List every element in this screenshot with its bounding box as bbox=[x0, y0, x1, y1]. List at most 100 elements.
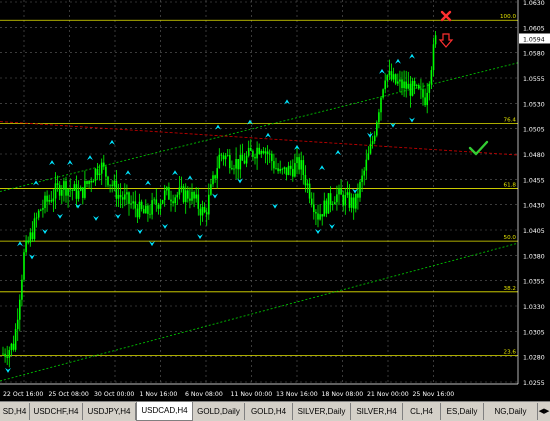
candle-body bbox=[182, 186, 185, 203]
time-tick-label: 13 Nov 16:00 bbox=[276, 391, 318, 398]
candle-body bbox=[205, 212, 208, 215]
candle-body bbox=[19, 299, 21, 320]
candle-body bbox=[357, 193, 359, 198]
candle-body bbox=[4, 353, 6, 357]
candle-body bbox=[201, 206, 204, 216]
candle-body bbox=[432, 44, 435, 71]
candle-body bbox=[317, 213, 319, 220]
candle-body bbox=[90, 180, 92, 183]
chart-tab[interactable]: ES,Daily bbox=[441, 403, 484, 420]
candle-body bbox=[6, 356, 8, 358]
signal-arrow-icon bbox=[115, 213, 121, 219]
chart-tab[interactable]: SD,H4 bbox=[0, 403, 30, 420]
candle-body bbox=[287, 165, 290, 175]
time-tick-label: 6 Nov 08:00 bbox=[185, 391, 223, 398]
time-tick-label: 22 Oct 16:00 bbox=[3, 391, 43, 398]
chart-tab[interactable]: SILVER,Daily bbox=[293, 403, 351, 420]
candle-body bbox=[376, 122, 378, 136]
candle-body bbox=[58, 184, 61, 196]
candle-body bbox=[235, 159, 237, 169]
candle-body bbox=[371, 141, 374, 144]
candle-body bbox=[197, 194, 200, 209]
candle-body bbox=[422, 89, 424, 98]
candle-body bbox=[92, 180, 95, 183]
chart-tab[interactable]: GOLD,H4 bbox=[245, 403, 293, 420]
signal-arrow-icon bbox=[212, 193, 218, 199]
signal-arrow-icon bbox=[352, 188, 358, 194]
candle-body bbox=[35, 217, 38, 219]
candle-body bbox=[128, 192, 130, 204]
fibonacci-levels: 100.0 76.4 61.8 50.0 38.2 23.6 bbox=[0, 14, 518, 357]
candle-body bbox=[46, 195, 48, 202]
signal-arrow-icon bbox=[265, 132, 271, 138]
candle-body bbox=[224, 155, 227, 160]
tab-scroll-arrows-icon[interactable]: ◀▶ bbox=[538, 404, 550, 419]
signal-arrow-icon bbox=[395, 58, 401, 64]
candle-body bbox=[289, 165, 292, 169]
markers bbox=[438, 10, 489, 156]
candle-body bbox=[84, 181, 86, 198]
candle-body bbox=[100, 162, 103, 174]
candle-body bbox=[247, 147, 250, 156]
candle-body bbox=[275, 168, 277, 170]
candle-body bbox=[403, 81, 405, 89]
candle-body bbox=[163, 190, 166, 201]
candle-body bbox=[73, 184, 76, 191]
candle-body bbox=[220, 154, 223, 156]
time-tick-label: 25 Oct 08:00 bbox=[49, 391, 89, 398]
candle-body bbox=[189, 198, 191, 201]
signal-arrow-icon bbox=[149, 241, 155, 247]
candle-body bbox=[214, 175, 216, 179]
candle-body bbox=[350, 197, 353, 208]
candle-body bbox=[260, 151, 263, 154]
chart-tab[interactable]: USDJPY,H4 bbox=[83, 403, 136, 420]
current-price-label: 1.0594 bbox=[523, 36, 545, 43]
candle-body bbox=[10, 343, 13, 351]
chart-tab[interactable]: CL,H4 bbox=[403, 403, 441, 420]
signal-arrow-icon bbox=[33, 180, 39, 186]
candle-body bbox=[277, 168, 279, 172]
signal-arrow-icon bbox=[5, 367, 11, 373]
candle-body bbox=[256, 147, 258, 159]
candle-body bbox=[138, 201, 141, 218]
candle-body bbox=[418, 85, 420, 89]
candle-body bbox=[254, 156, 256, 159]
signal-arrow-icon bbox=[17, 241, 23, 247]
candle-body bbox=[71, 189, 74, 191]
candle-body bbox=[378, 112, 380, 123]
candle-body bbox=[25, 240, 27, 253]
candle-body bbox=[226, 154, 229, 156]
candle-body bbox=[424, 97, 426, 106]
candle-body bbox=[319, 214, 321, 220]
signal-arrow-icon bbox=[367, 132, 373, 138]
chart-tab[interactable]: USDCHF,H4 bbox=[30, 403, 83, 420]
candle-body bbox=[329, 193, 332, 205]
candle-body bbox=[304, 174, 307, 186]
chart-tab[interactable]: SILVER,H4 bbox=[351, 403, 403, 420]
price-tick-label: 1.0330 bbox=[523, 304, 545, 311]
candle-body bbox=[134, 201, 137, 209]
candle-body bbox=[79, 187, 82, 191]
candle-body bbox=[315, 212, 317, 214]
signal-arrow-icon bbox=[197, 234, 203, 240]
candle-body bbox=[264, 151, 267, 154]
candle-body bbox=[239, 154, 242, 170]
candle-body bbox=[63, 181, 65, 190]
price-chart[interactable]: 100.0 76.4 61.8 50.0 38.2 23.6 1.0630 1.0605 1.… bbox=[0, 0, 550, 401]
candle-body bbox=[323, 200, 326, 217]
signal-arrow-icon bbox=[67, 160, 73, 166]
upper-channel-line bbox=[0, 62, 519, 192]
chart-tab[interactable]: GOLD,Daily bbox=[193, 403, 245, 420]
price-tick-label: 1.0280 bbox=[523, 355, 545, 362]
candle-body bbox=[170, 199, 172, 202]
grid bbox=[0, 0, 518, 384]
candle-body bbox=[390, 71, 393, 80]
chart-canvas[interactable]: 100.0 76.4 61.8 50.0 38.2 23.6 1.0630 1.0605 1.… bbox=[0, 0, 550, 401]
candle-body bbox=[14, 329, 17, 350]
chart-tab[interactable]: NG,Daily bbox=[484, 403, 538, 420]
candle-body bbox=[48, 200, 50, 202]
chart-tab[interactable]: USDCAD,H4 bbox=[136, 402, 193, 421]
price-tick-label: 1.0380 bbox=[523, 253, 545, 260]
candle-body bbox=[397, 81, 399, 84]
signal-arrow-icon bbox=[93, 215, 99, 221]
